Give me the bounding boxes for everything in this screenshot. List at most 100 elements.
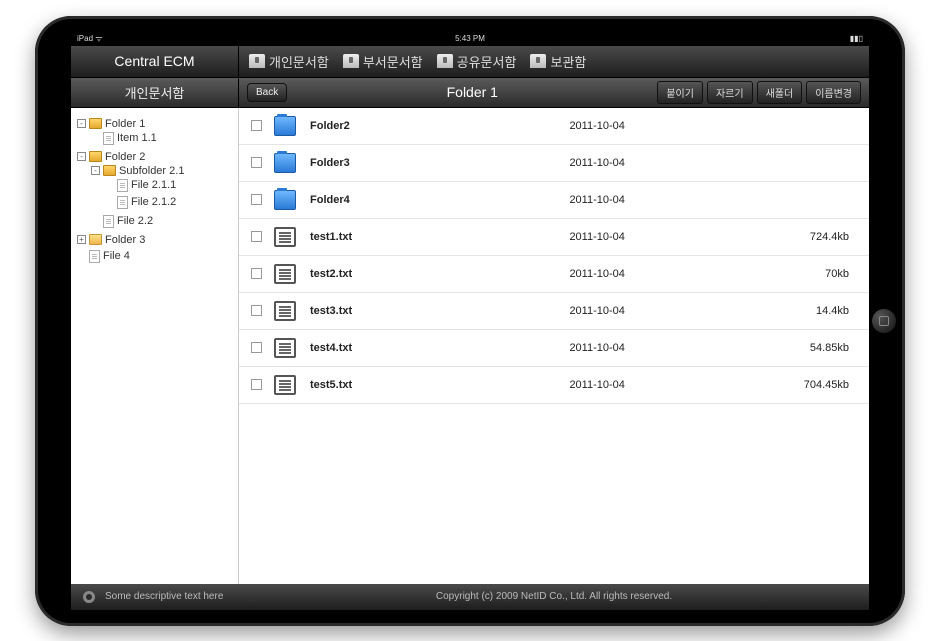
checkbox[interactable]	[251, 379, 262, 390]
tree-item[interactable]: File 2.1.2	[105, 196, 234, 209]
action-button[interactable]: 붙이기	[657, 81, 703, 104]
expand-icon[interactable]: +	[77, 235, 86, 244]
file-icon	[274, 264, 296, 284]
footer: Some descriptive text here Copyright (c)…	[71, 584, 869, 610]
list-row[interactable]: test1.txt2011-10-04724.4kb	[239, 219, 869, 256]
nav-tabs: 개인문서함부서문서함공유문서함 보관함	[239, 46, 869, 77]
checkbox[interactable]	[251, 120, 262, 131]
file-icon	[274, 375, 296, 395]
item-name: test3.txt	[310, 305, 569, 317]
checkbox[interactable]	[251, 231, 262, 242]
status-time: 5:43 PM	[455, 34, 485, 43]
list-row[interactable]: Folder22011-10-04	[239, 108, 869, 145]
tree-label: File 2.1.2	[131, 196, 176, 208]
action-button[interactable]: 새폴더	[757, 81, 803, 104]
item-size: 724.4kb	[769, 231, 849, 243]
folder-icon	[274, 153, 296, 173]
tree-item[interactable]: - Folder 2	[77, 151, 234, 163]
tree-item[interactable]: Item 1.1	[91, 132, 234, 145]
nav-tab[interactable]: 공유문서함	[431, 50, 523, 73]
item-size: 704.45kb	[769, 379, 849, 391]
tree-node: - Subfolder 2.1 File 2.1.1 File 2.1.2	[91, 163, 234, 213]
list-row[interactable]: test3.txt2011-10-0414.4kb	[239, 293, 869, 330]
drive-icon	[249, 54, 265, 68]
checkbox[interactable]	[251, 342, 262, 353]
collapse-icon[interactable]: -	[77, 152, 86, 161]
nav-tab[interactable]: 부서문서함	[337, 50, 429, 73]
nav-tab[interactable]: 보관함	[524, 50, 592, 73]
list-row[interactable]: test4.txt2011-10-0454.85kb	[239, 330, 869, 367]
checkbox[interactable]	[251, 157, 262, 168]
folder-open-icon	[89, 151, 102, 162]
no-expander	[105, 181, 114, 190]
folder-closed-icon	[89, 234, 102, 245]
list-row[interactable]: test2.txt2011-10-0470kb	[239, 256, 869, 293]
tree-node: File 2.1.2	[105, 194, 234, 211]
list-row[interactable]: test5.txt2011-10-04704.45kb	[239, 367, 869, 404]
sidebar-tree: -Folder 1Item 1.1-Folder 2-Subfolder 2.1…	[71, 108, 239, 584]
tree-label: Folder 1	[105, 118, 145, 130]
tree-node: +Folder 3	[77, 232, 234, 248]
tablet-frame: iPad ᯤ 5:43 PM ▮▮▯ Central ECM 개인문서함부서문서…	[35, 16, 905, 626]
file-icon	[274, 227, 296, 247]
no-expander	[105, 198, 114, 207]
item-name: test5.txt	[310, 379, 569, 391]
no-expander	[77, 252, 86, 261]
tree-node: File 4	[77, 248, 234, 265]
collapse-icon[interactable]: -	[91, 166, 100, 175]
drive-icon	[530, 54, 546, 68]
item-name: test2.txt	[310, 268, 569, 280]
tree-item[interactable]: File 4	[77, 250, 234, 263]
item-date: 2011-10-04	[569, 194, 769, 206]
tree-node: Item 1.1	[91, 130, 234, 147]
tree-item[interactable]: File 2.2	[91, 215, 234, 228]
status-bar: iPad ᯤ 5:43 PM ▮▮▯	[71, 32, 869, 46]
folder-open-icon	[103, 165, 116, 176]
app: Central ECM 개인문서함부서문서함공유문서함보관함 개인문서함 Bac…	[71, 46, 869, 610]
brand-title: Central ECM	[71, 46, 239, 77]
item-date: 2011-10-04	[569, 157, 769, 169]
checkbox[interactable]	[251, 305, 262, 316]
drive-icon	[343, 54, 359, 68]
screen: iPad ᯤ 5:43 PM ▮▮▯ Central ECM 개인문서함부서문서…	[71, 32, 869, 610]
checkbox[interactable]	[251, 194, 262, 205]
action-buttons: 붙이기자르기새폴더이름변경	[657, 81, 861, 104]
tree-label: File 2.1.1	[131, 179, 176, 191]
tree-label: Item 1.1	[117, 132, 157, 144]
folder-open-icon	[89, 118, 102, 129]
item-name: Folder3	[310, 157, 569, 169]
status-carrier: iPad ᯤ	[77, 33, 103, 44]
tree-item[interactable]: - Subfolder 2.1	[91, 165, 234, 177]
home-button[interactable]	[872, 309, 896, 333]
topbar: Central ECM 개인문서함부서문서함공유문서함 보관함	[71, 46, 869, 78]
tree-item[interactable]: +Folder 3	[77, 234, 234, 246]
tree-label: Subfolder 2.1	[119, 165, 184, 177]
folder-icon	[274, 190, 296, 210]
nav-tab-label: 보관함	[550, 52, 586, 71]
back-button[interactable]: Back	[247, 83, 287, 102]
file-icon	[274, 301, 296, 321]
tree-label: Folder 2	[105, 151, 145, 163]
collapse-icon[interactable]: -	[77, 119, 86, 128]
no-expander	[91, 217, 100, 226]
list-row[interactable]: Folder42011-10-04	[239, 182, 869, 219]
gear-icon[interactable]	[83, 591, 95, 603]
toolbar: Back Folder 1 붙이기자르기새폴더이름변경	[239, 78, 869, 107]
tree-item[interactable]: File 2.1.1	[105, 179, 234, 192]
file-icon	[274, 338, 296, 358]
checkbox[interactable]	[251, 268, 262, 279]
file-icon	[117, 179, 128, 192]
action-button[interactable]: 이름변경	[806, 81, 861, 104]
status-battery: ▮▮▯	[850, 34, 863, 43]
tree-item[interactable]: - Folder 1	[77, 118, 234, 130]
body: -Folder 1Item 1.1-Folder 2-Subfolder 2.1…	[71, 108, 869, 584]
no-expander	[91, 134, 100, 143]
file-icon	[117, 196, 128, 209]
file-icon	[103, 132, 114, 145]
file-list: Folder22011-10-04Folder32011-10-04Folder…	[239, 108, 869, 584]
action-button[interactable]: 자르기	[707, 81, 753, 104]
nav-tab[interactable]: 개인문서함	[243, 50, 335, 73]
sidebar-title: 개인문서함	[71, 78, 239, 107]
tree-node: -Folder 2-Subfolder 2.1File 2.1.1File 2.…	[77, 149, 234, 232]
list-row[interactable]: Folder32011-10-04	[239, 145, 869, 182]
